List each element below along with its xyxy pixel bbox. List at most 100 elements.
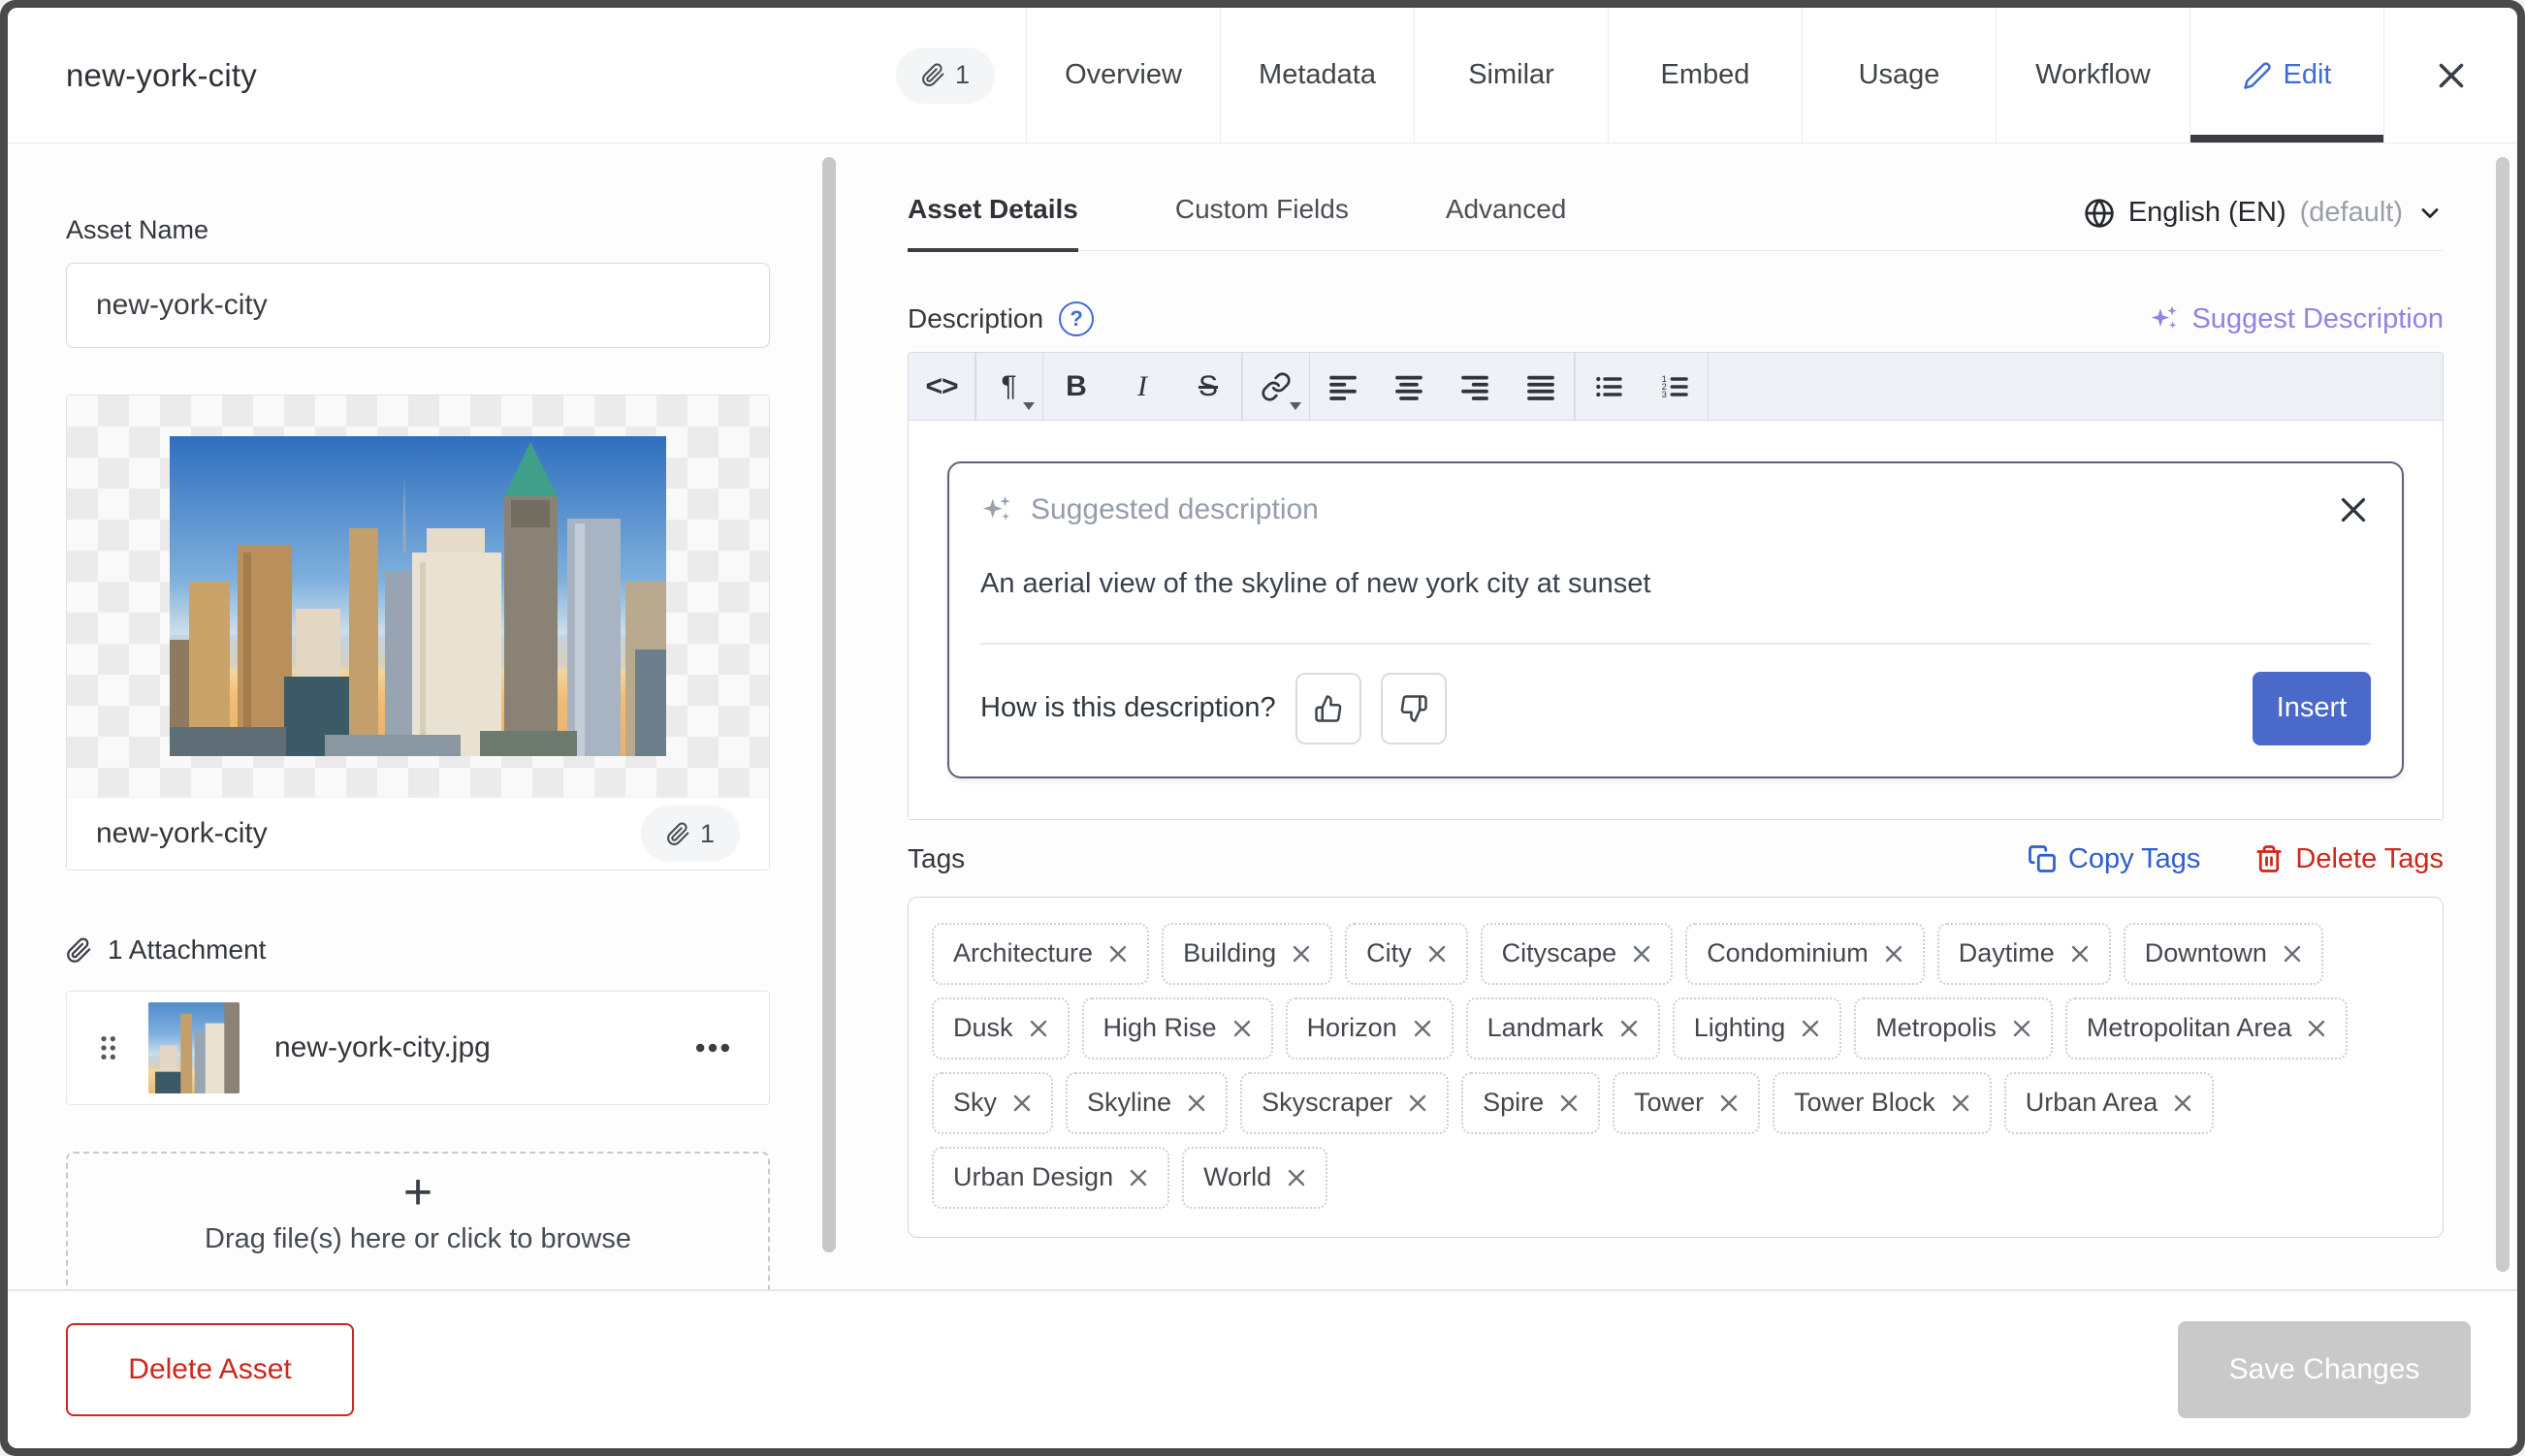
- strikethrough-button[interactable]: S: [1175, 353, 1241, 420]
- transparency-checker-background: [67, 396, 769, 797]
- thumbs-down-icon: [1400, 694, 1427, 722]
- insert-button[interactable]: Insert: [2253, 671, 2371, 745]
- remove-tag-icon[interactable]: [2068, 942, 2092, 965]
- link-button[interactable]: [1243, 353, 1309, 420]
- numbered-list-icon: 123: [1661, 374, 1688, 399]
- pencil-icon: [2243, 61, 2271, 89]
- header: new-york-city 1 Overview Metadata Simila…: [8, 8, 2517, 143]
- drag-handle-icon[interactable]: [92, 1029, 123, 1067]
- tag-label: World: [1203, 1162, 1272, 1191]
- copy-tags-button[interactable]: Copy Tags: [2028, 843, 2200, 875]
- save-changes-button[interactable]: Save Changes: [2178, 1321, 2471, 1418]
- file-dropzone[interactable]: + Drag file(s) here or click to browse: [66, 1152, 770, 1289]
- tab-workflow[interactable]: Workflow: [1996, 8, 2189, 142]
- bold-button[interactable]: B: [1043, 353, 1109, 420]
- align-left-button[interactable]: [1310, 353, 1376, 420]
- tab-usage[interactable]: Usage: [1802, 8, 1996, 142]
- attachment-filename: new-york-city.jpg: [274, 1031, 491, 1063]
- suggestion-divider: [980, 643, 2371, 645]
- toolbar-separator: [1707, 353, 1709, 420]
- tag-label: Daytime: [1958, 938, 2055, 967]
- paragraph-format-button[interactable]: ¶: [976, 353, 1042, 420]
- remove-tag-icon[interactable]: [1630, 942, 1653, 965]
- tab-label: Usage: [1858, 59, 1940, 90]
- tag-label: Sky: [953, 1088, 998, 1117]
- tab-metadata[interactable]: Metadata: [1220, 8, 1414, 142]
- thumbs-down-button[interactable]: [1380, 672, 1447, 744]
- paperclip-icon: [667, 821, 689, 845]
- align-center-button[interactable]: [1376, 353, 1442, 420]
- tab-asset-details[interactable]: Asset Details: [908, 194, 1078, 252]
- remove-tag-icon[interactable]: [2010, 1017, 2033, 1040]
- close-icon: [2439, 63, 2463, 87]
- remove-tag-icon[interactable]: [1285, 1166, 1308, 1189]
- language-selector[interactable]: English (EN) (default): [2084, 197, 2444, 250]
- align-right-button[interactable]: [1442, 353, 1508, 420]
- tag-chip: Dusk: [932, 997, 1070, 1060]
- delete-asset-button[interactable]: Delete Asset: [66, 1323, 354, 1416]
- tab-overview[interactable]: Overview: [1026, 8, 1220, 142]
- remove-tag-icon[interactable]: [1127, 1166, 1150, 1189]
- left-panel-scrollbar[interactable]: [822, 157, 836, 1252]
- paperclip-icon: [922, 63, 944, 86]
- asset-name-input[interactable]: [66, 263, 770, 348]
- tag-chip: Cityscape: [1480, 922, 1674, 985]
- remove-tag-icon[interactable]: [1557, 1092, 1581, 1115]
- suggestion-close-icon[interactable]: [2336, 492, 2371, 527]
- description-label: Description: [908, 303, 1044, 333]
- tab-label: Embed: [1660, 59, 1750, 90]
- language-name: English (EN): [2127, 197, 2286, 228]
- remove-tag-icon[interactable]: [2171, 1092, 2194, 1115]
- tag-chip: Urban Area: [2003, 1071, 2215, 1134]
- tab-custom-fields[interactable]: Custom Fields: [1175, 194, 1349, 250]
- align-justify-button[interactable]: [1508, 353, 1574, 420]
- asset-name-label: Asset Name: [66, 215, 209, 244]
- remove-tag-icon[interactable]: [1617, 1017, 1641, 1040]
- remove-tag-icon[interactable]: [1882, 942, 1905, 965]
- remove-tag-icon[interactable]: [2305, 1017, 2328, 1040]
- body: Asset Name new-york-city new-york-city 1…: [8, 143, 2517, 1289]
- remove-tag-icon[interactable]: [1411, 1017, 1434, 1040]
- close-button[interactable]: [2383, 8, 2517, 142]
- attachments-header-label: 1 Attachment: [108, 934, 267, 965]
- tab-embed[interactable]: Embed: [1608, 8, 1802, 142]
- help-icon[interactable]: ?: [1059, 301, 1095, 336]
- tab-edit[interactable]: Edit: [2189, 8, 2383, 142]
- remove-tag-icon[interactable]: [1185, 1092, 1208, 1115]
- remove-tag-icon[interactable]: [1425, 942, 1449, 965]
- tag-label: Metropolitan Area: [2086, 1013, 2292, 1042]
- delete-tags-button[interactable]: Delete Tags: [2254, 843, 2444, 875]
- remove-tag-icon[interactable]: [1290, 942, 1313, 965]
- asset-preview-image: [170, 436, 666, 756]
- tab-label: Edit: [2283, 59, 2332, 90]
- editor-toolbar: <> ¶ B I S 1 2 3: [909, 353, 2443, 421]
- remove-tag-icon[interactable]: [1010, 1092, 1034, 1115]
- tab-advanced[interactable]: Advanced: [1446, 194, 1567, 250]
- tab-similar[interactable]: Similar: [1414, 8, 1608, 142]
- tag-label: Metropolis: [1875, 1013, 1997, 1042]
- link-icon: [1261, 371, 1291, 401]
- source-code-button[interactable]: <>: [909, 353, 975, 420]
- remove-tag-icon[interactable]: [1231, 1017, 1254, 1040]
- tags-container: Architecture Building City Cityscape Con…: [908, 896, 2444, 1238]
- bullet-list-button[interactable]: [1576, 353, 1642, 420]
- thumbs-up-button[interactable]: [1294, 672, 1361, 744]
- tag-chip: Tower Block: [1773, 1071, 1992, 1134]
- italic-button[interactable]: I: [1109, 353, 1175, 420]
- remove-tag-icon[interactable]: [1717, 1092, 1741, 1115]
- remove-tag-icon[interactable]: [1106, 942, 1130, 965]
- remove-tag-icon[interactable]: [1799, 1017, 1822, 1040]
- attachment-count-badge: 1: [895, 47, 995, 104]
- remove-tag-icon[interactable]: [1949, 1092, 1972, 1115]
- numbered-list-button[interactable]: 123: [1642, 353, 1708, 420]
- remove-tag-icon[interactable]: [1406, 1092, 1429, 1115]
- attachment-menu-icon[interactable]: [691, 1027, 734, 1069]
- editor-content-area[interactable]: Suggested description An aerial view of …: [909, 421, 2443, 819]
- tag-chip: Downtown: [2123, 922, 2323, 985]
- suggest-description-button[interactable]: Suggest Description: [2149, 303, 2444, 335]
- remove-tag-icon[interactable]: [2281, 942, 2304, 965]
- bullet-list-icon: [1595, 376, 1622, 396]
- suggestion-title: Suggested description: [1031, 493, 1319, 525]
- right-panel-scrollbar[interactable]: [2496, 157, 2509, 1272]
- remove-tag-icon[interactable]: [1027, 1017, 1050, 1040]
